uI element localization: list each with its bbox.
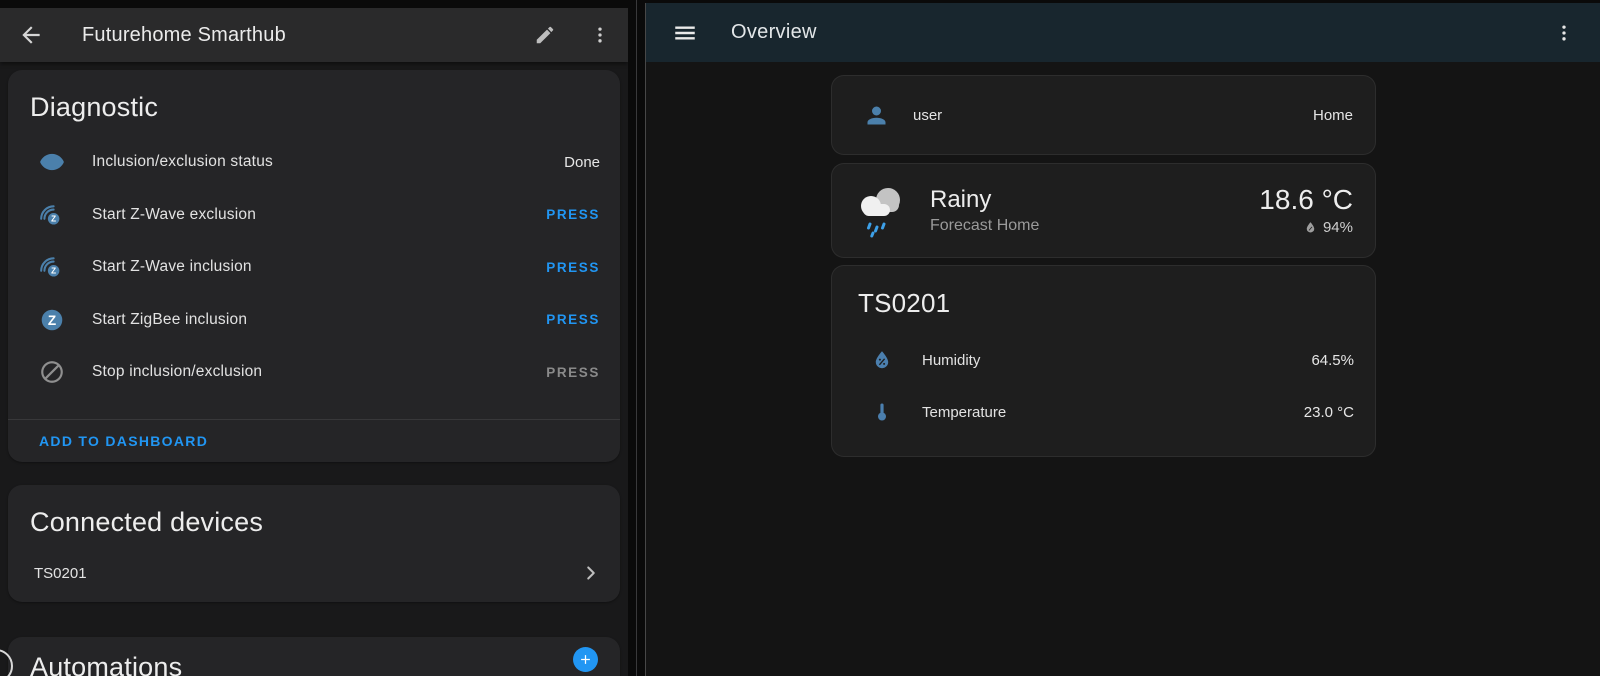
row-value: Done (564, 154, 600, 171)
back-arrow-icon[interactable] (18, 22, 44, 48)
diagnostic-card-title: Diagnostic (8, 70, 620, 124)
row-label: Stop inclusion/exclusion (92, 363, 262, 381)
row-label: Inclusion/exclusion status (92, 153, 273, 171)
left-app-header: Futurehome Smarthub (0, 8, 628, 62)
connected-devices-title: Connected devices (8, 485, 620, 539)
weather-pouring-icon (848, 178, 910, 244)
row-label: Start Z-Wave exclusion (92, 206, 256, 224)
diagnostic-rows: Inclusion/exclusion status Done Z (8, 136, 620, 399)
device-card-title: TS0201 (832, 266, 1375, 320)
connected-devices-card: Connected devices TS0201 (8, 485, 620, 602)
row-start-zigbee-inclusion[interactable]: Z Start ZigBee inclusion PRESS (8, 294, 620, 347)
left-app-window: Futurehome Smarthub Diagnostic Inclusion… (0, 8, 628, 676)
row-inclusion-exclusion-status[interactable]: Inclusion/exclusion status Done (8, 136, 620, 189)
sensor-label: Humidity (922, 352, 980, 369)
user-entity-state: Home (1313, 107, 1353, 124)
svg-text:Z: Z (51, 267, 56, 276)
window-divider (636, 0, 637, 676)
add-automation-button[interactable] (573, 647, 598, 672)
press-button[interactable]: PRESS (546, 207, 600, 222)
account-icon (863, 102, 890, 129)
press-button[interactable]: PRESS (546, 312, 600, 327)
left-app-title: Futurehome Smarthub (82, 24, 286, 47)
row-stop-inclusion-exclusion[interactable]: Stop inclusion/exclusion PRESS (8, 346, 620, 399)
sensor-label: Temperature (922, 404, 1006, 421)
plus-icon (578, 652, 593, 667)
menu-icon[interactable] (672, 20, 698, 46)
row-label: Start Z-Wave inclusion (92, 258, 252, 276)
svg-text:Z: Z (51, 214, 56, 223)
z-wave-icon: Z (39, 202, 65, 228)
user-card[interactable]: user Home (831, 75, 1376, 155)
weather-humidity: 94% (1323, 219, 1353, 236)
sensor-value: 64.5% (1311, 352, 1354, 369)
dots-vertical-icon[interactable] (1554, 23, 1574, 43)
temperature-row[interactable]: Temperature 23.0 °C (832, 386, 1375, 438)
row-label: Start ZigBee inclusion (92, 311, 247, 329)
device-list-item[interactable]: TS0201 (8, 551, 620, 595)
device-sensor-card: TS0201 Humidity 64.5% (831, 265, 1376, 457)
dots-vertical-icon[interactable] (590, 25, 610, 45)
zigbee-icon: Z (39, 307, 65, 333)
thermometer-icon (870, 400, 894, 424)
diagnostic-card: Diagnostic Inclusion/exclusion status Do… (8, 70, 620, 462)
humidity-row[interactable]: Humidity 64.5% (832, 334, 1375, 386)
weather-temperature: 18.6 °C (1259, 185, 1353, 215)
sensor-value: 23.0 °C (1304, 404, 1354, 421)
press-button[interactable]: PRESS (546, 260, 600, 275)
row-start-zwave-inclusion[interactable]: Z Start Z-Wave inclusion PRESS (8, 241, 620, 294)
cancel-icon (39, 359, 65, 385)
right-app-header: Overview (646, 3, 1600, 62)
chevron-right-icon (580, 562, 602, 584)
weather-condition: Rainy (930, 186, 1039, 214)
device-name: TS0201 (34, 565, 87, 582)
water-percent-icon (1303, 220, 1323, 235)
right-app-window: Overview user Home (645, 3, 1600, 676)
add-to-dashboard-button[interactable]: ADD TO DASHBOARD (39, 433, 208, 449)
automations-title: Automations (8, 637, 620, 676)
svg-text:Z: Z (48, 313, 56, 328)
z-wave-icon: Z (39, 254, 65, 280)
screenshot-root: Futurehome Smarthub Diagnostic Inclusion… (0, 0, 1600, 676)
pencil-icon[interactable] (534, 24, 556, 46)
press-button-disabled: PRESS (546, 365, 600, 380)
water-percent-icon (870, 348, 894, 372)
weather-subtitle: Forecast Home (930, 217, 1039, 235)
automations-card: Automations (8, 637, 620, 676)
row-start-zwave-exclusion[interactable]: Z Start Z-Wave exclusion PRESS (8, 189, 620, 242)
user-entity-label: user (913, 107, 942, 124)
weather-card[interactable]: Rainy Forecast Home 18.6 °C 94% (831, 163, 1376, 258)
right-app-title: Overview (731, 21, 817, 44)
eye-icon (39, 149, 65, 175)
